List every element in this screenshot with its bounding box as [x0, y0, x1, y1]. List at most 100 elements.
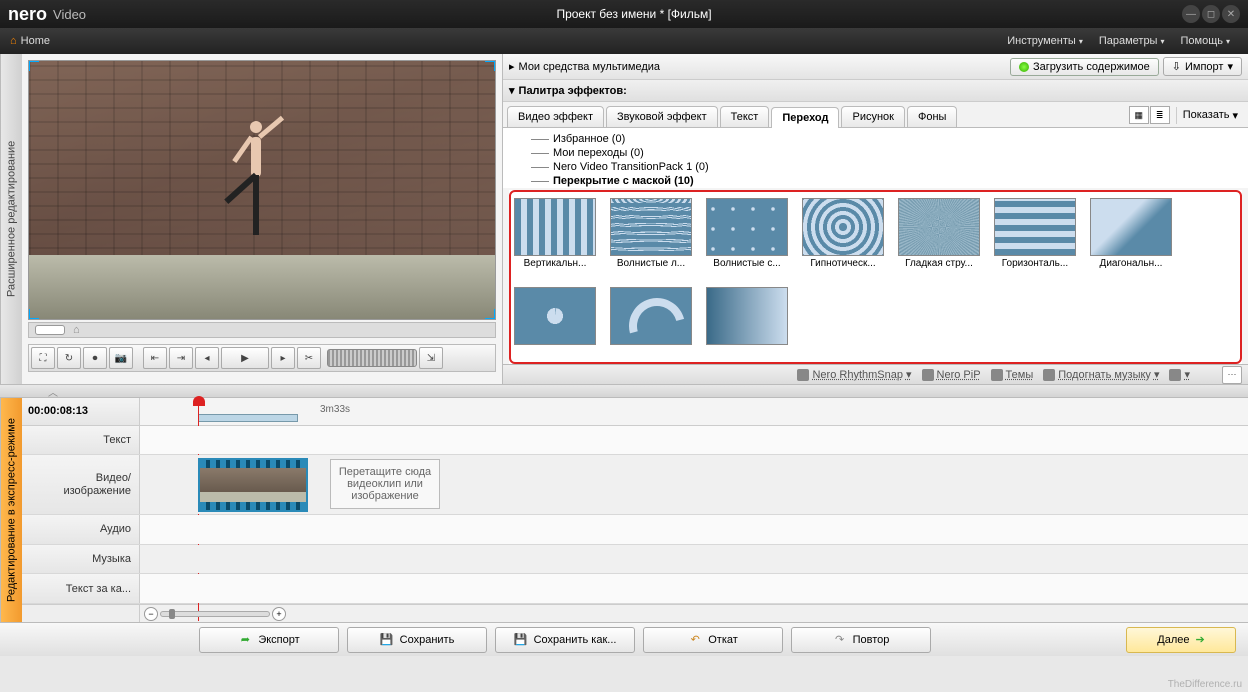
thumb-label: Диагональн... — [1089, 258, 1173, 269]
goto-end-button[interactable]: ⇲ — [419, 347, 443, 369]
lane-video[interactable]: A-Z of dance.mp4 Перетащите сюда видеокл… — [140, 455, 1248, 513]
scissors-icon — [797, 369, 809, 381]
tool-themes[interactable]: Темы — [991, 369, 1034, 381]
next-button[interactable]: Далее➔ — [1126, 627, 1236, 653]
pip-icon — [922, 369, 934, 381]
selection-range[interactable] — [198, 414, 298, 422]
tab-video-effect[interactable]: Видео эффект — [507, 106, 604, 127]
tree-transition-pack[interactable]: Nero Video TransitionPack 1 (0) — [511, 160, 1240, 174]
view-list-button[interactable]: ≣ — [1150, 106, 1170, 124]
transition-thumb[interactable]: Вертикальн... — [513, 198, 597, 279]
play-button[interactable]: ▶ — [221, 347, 269, 369]
tree-favorites[interactable]: Избранное (0) — [511, 132, 1240, 146]
transition-thumb[interactable]: Волнистые с... — [705, 198, 789, 279]
preview-viewport[interactable] — [28, 60, 496, 320]
view-grid-button[interactable]: ▦ — [1129, 106, 1149, 124]
snapshot-button[interactable]: 📷 — [109, 347, 133, 369]
thumb-label: Гладкая стру... — [897, 258, 981, 269]
chevron-down-icon: ▾ — [1079, 37, 1083, 46]
tab-text[interactable]: Текст — [720, 106, 770, 127]
maximize-button[interactable]: ◻ — [1202, 5, 1220, 23]
mark-in-button[interactable]: ⇤ — [143, 347, 167, 369]
menu-help[interactable]: Помощь▾ — [1172, 35, 1238, 47]
home-button[interactable]: ⌂ Home — [10, 35, 50, 47]
tree-my-transitions[interactable]: Мои переходы (0) — [511, 146, 1240, 160]
show-filter-button[interactable]: Показать▾ — [1176, 107, 1244, 124]
chevron-down-icon: ▾ — [1232, 109, 1238, 122]
music-icon — [1043, 369, 1055, 381]
zoom-in-button[interactable]: + — [272, 607, 286, 621]
transition-thumb[interactable] — [705, 287, 789, 357]
tool-mic[interactable]: ▾ — [1169, 368, 1190, 381]
tab-transition[interactable]: Переход — [771, 107, 839, 128]
chevron-down-icon: ▾ — [509, 84, 515, 97]
palette-header[interactable]: ▾Палитра эффектов: — [503, 80, 1248, 102]
lane-music[interactable] — [140, 545, 1248, 574]
thumb-preview — [802, 198, 884, 256]
thumb-preview — [610, 198, 692, 256]
redo-button[interactable]: ↷Повтор — [791, 627, 931, 653]
tree-mask-overlay[interactable]: Перекрытие с маской (10) — [511, 174, 1240, 188]
tool-fit-music[interactable]: Подогнать музыку▾ — [1043, 368, 1159, 381]
transition-thumb[interactable]: Гипнотическ... — [801, 198, 885, 279]
record-button[interactable]: ⏺ — [83, 347, 107, 369]
timecode-display: 00:00:08:13 — [22, 398, 140, 425]
next-frame-button[interactable]: ▸ — [271, 347, 295, 369]
transition-thumb[interactable]: Диагональн... — [1089, 198, 1173, 279]
transition-thumb[interactable] — [609, 287, 693, 357]
tab-picture[interactable]: Рисунок — [841, 106, 905, 127]
lane-audio[interactable] — [140, 515, 1248, 544]
track-caption: Текст за ка... — [22, 574, 1248, 604]
timeline: Редактирование в экспресс-режиме 00:00:0… — [0, 398, 1248, 622]
thumb-preview — [514, 198, 596, 256]
tab-audio-effect[interactable]: Звуковой эффект — [606, 106, 718, 127]
zoom-slider[interactable] — [160, 611, 270, 617]
lane-text[interactable] — [140, 426, 1248, 455]
jog-wheel[interactable] — [327, 349, 417, 367]
arrow-right-icon: ➔ — [1196, 633, 1205, 646]
chevron-down-icon: ▾ — [1226, 37, 1230, 46]
tool-rhythmsnap[interactable]: Nero RhythmSnap▾ — [797, 368, 911, 381]
export-button[interactable]: ➦Экспорт — [199, 627, 339, 653]
import-button[interactable]: ⇩Импорт▾ — [1163, 57, 1242, 76]
transition-thumb[interactable]: Горизонталь... — [993, 198, 1077, 279]
chevron-up-icon: ︿ — [48, 384, 58, 399]
load-content-button[interactable]: Загрузить содержимое — [1010, 58, 1159, 76]
transition-thumb[interactable]: Волнистые л... — [609, 198, 693, 279]
my-media-toggle[interactable]: ▸Мои средства мультимедиа — [509, 60, 1010, 73]
side-tab-express[interactable]: Редактирование в экспресс-режиме — [0, 398, 22, 622]
minimize-button[interactable]: — — [1182, 5, 1200, 23]
tool-pip[interactable]: Nero PiP — [922, 369, 981, 381]
transition-thumb[interactable]: Гладкая стру... — [897, 198, 981, 279]
ruler-tick-label: 3m33s — [320, 404, 350, 415]
timeline-collapse-bar[interactable]: ︿ — [0, 384, 1248, 398]
transition-thumb[interactable] — [513, 287, 597, 357]
menu-tools[interactable]: Инструменты▾ — [999, 35, 1091, 47]
wand-icon — [991, 369, 1003, 381]
thumb-label: Волнистые с... — [705, 258, 789, 269]
close-button[interactable]: ✕ — [1222, 5, 1240, 23]
thumbs-container: Вертикальн...Волнистые л... Волнистые с..… — [509, 190, 1242, 364]
loop-button[interactable]: ↻ — [57, 347, 81, 369]
drop-hint[interactable]: Перетащите сюда видеоклип или изображени… — [330, 459, 440, 509]
preview-scrollbar[interactable]: ⌂ — [28, 322, 496, 338]
lane-caption[interactable] — [140, 574, 1248, 603]
tool-extra-button[interactable]: ⋯ — [1222, 366, 1242, 384]
tab-backgrounds[interactable]: Фоны — [907, 106, 957, 127]
project-title: Проект без имени * [Фильм] — [86, 7, 1182, 21]
save-button[interactable]: 💾Сохранить — [347, 627, 487, 653]
timeline-ruler[interactable]: 3m33s — [140, 398, 1248, 425]
prev-frame-button[interactable]: ◂ — [195, 347, 219, 369]
fullscreen-button[interactable]: ⛶ — [31, 347, 55, 369]
export-icon: ➦ — [238, 633, 252, 647]
undo-button[interactable]: ↶Откат — [643, 627, 783, 653]
save-as-button[interactable]: 💾Сохранить как... — [495, 627, 635, 653]
video-clip[interactable] — [198, 458, 308, 512]
mic-icon — [1169, 369, 1181, 381]
mark-out-button[interactable]: ⇥ — [169, 347, 193, 369]
menu-options[interactable]: Параметры▾ — [1091, 35, 1173, 47]
side-tab-advanced[interactable]: Расширенное редактирование — [0, 54, 22, 384]
scroll-thumb[interactable] — [35, 325, 65, 335]
zoom-out-button[interactable]: − — [144, 607, 158, 621]
split-button[interactable]: ✂ — [297, 347, 321, 369]
